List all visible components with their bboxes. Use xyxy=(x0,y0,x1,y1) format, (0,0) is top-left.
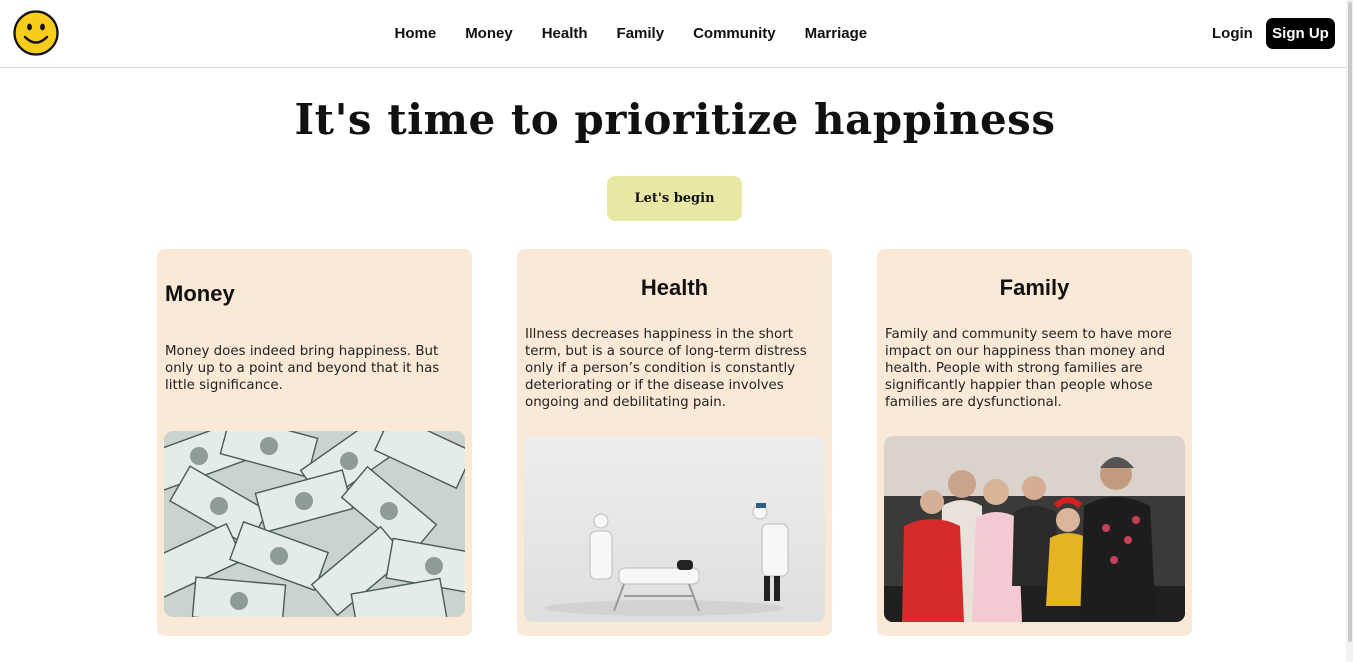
nav-health-link[interactable]: Health xyxy=(527,25,602,42)
card-text: Illness decreases happiness in the short… xyxy=(525,327,807,410)
family-card[interactable]: Family Family and community seem to have… xyxy=(877,249,1192,636)
card-title: Family xyxy=(999,275,1070,300)
hero-title: It's time to prioritize happiness xyxy=(294,95,1056,144)
health-card[interactable]: Health Illness decreases happiness in th… xyxy=(517,249,832,636)
nav-community-link[interactable]: Community xyxy=(679,25,791,42)
dollar-bills-photo xyxy=(164,431,465,617)
card-text: Money does indeed bring happiness. But o… xyxy=(165,344,440,393)
card-title: Health xyxy=(640,275,709,300)
card-text: Family and community seem to have more i… xyxy=(885,327,1172,410)
money-card[interactable]: Money Money does indeed bring happiness.… xyxy=(157,249,472,636)
nav-home-link[interactable]: Home xyxy=(380,25,451,42)
doctors-figurines-photo xyxy=(524,436,825,622)
main-nav: Home Money Health Family Community Marri… xyxy=(380,0,882,67)
nav-family-link[interactable]: Family xyxy=(602,25,679,42)
nav-marriage-link[interactable]: Marriage xyxy=(790,25,882,42)
card-title: Money xyxy=(165,281,235,306)
family-group-photo xyxy=(884,436,1185,622)
lets-begin-button[interactable]: Let's begin xyxy=(607,176,742,221)
smiley-face-icon[interactable] xyxy=(13,10,59,56)
signup-button[interactable]: Sign Up xyxy=(1266,18,1335,49)
login-link[interactable]: Login xyxy=(1212,25,1253,42)
nav-money-link[interactable]: Money xyxy=(451,25,528,42)
navbar: Home Money Health Family Community Marri… xyxy=(0,0,1346,68)
